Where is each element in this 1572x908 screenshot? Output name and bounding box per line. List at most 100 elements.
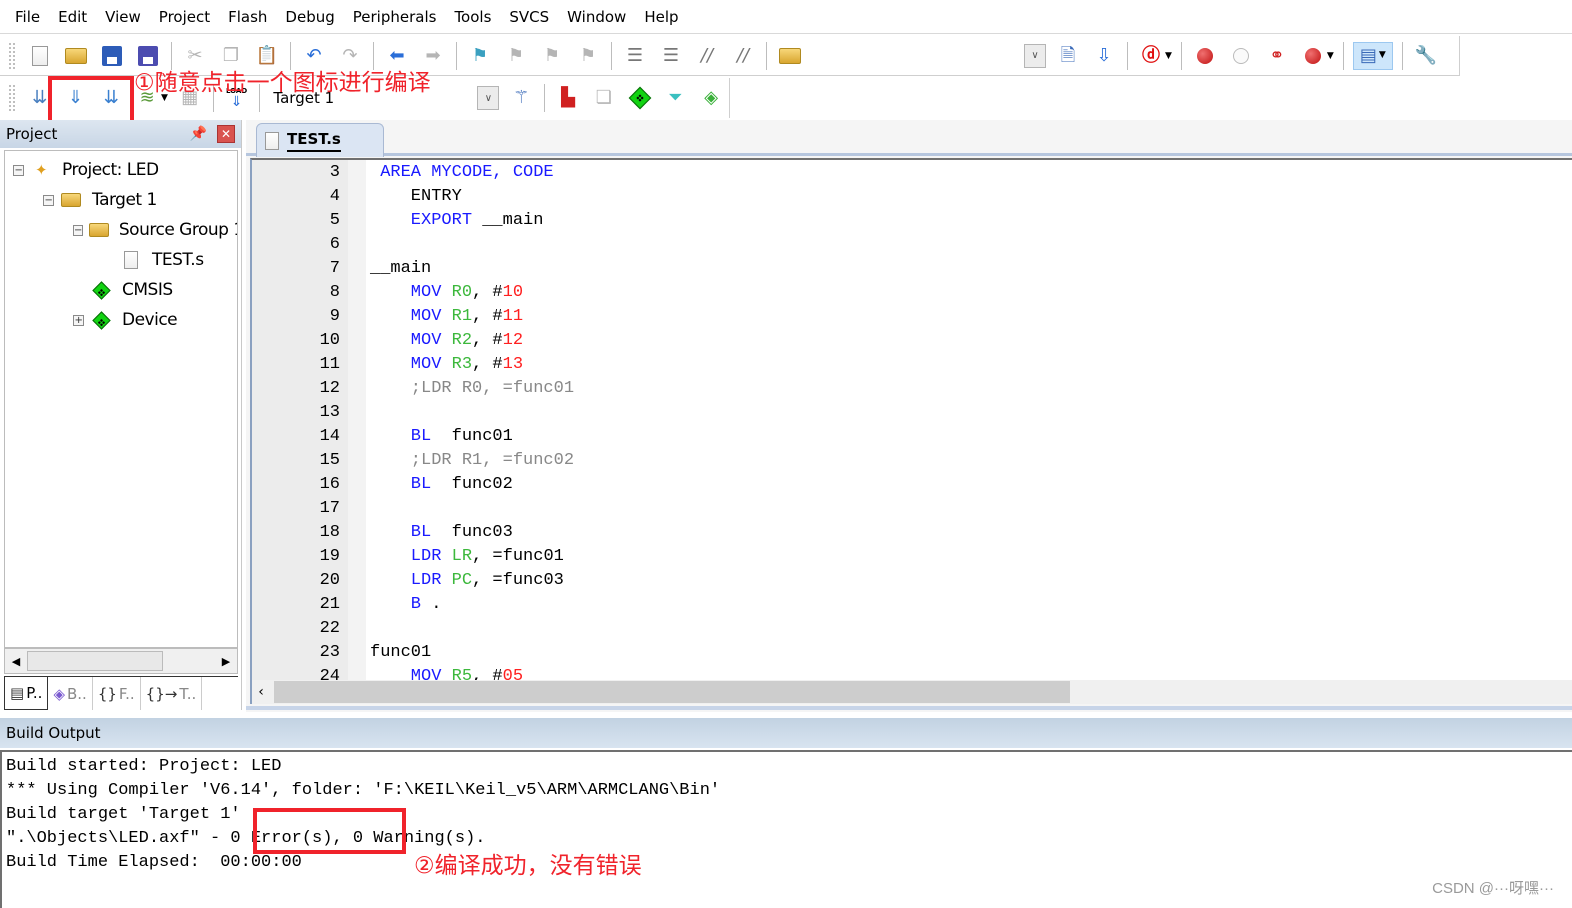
- unindent-button[interactable]: ☰: [657, 42, 685, 70]
- menu-tools[interactable]: Tools: [445, 8, 500, 26]
- panel-tab[interactable]: ◈ B..: [48, 677, 93, 710]
- menu-window[interactable]: Window: [558, 8, 635, 26]
- menu-edit[interactable]: Edit: [49, 8, 96, 26]
- build-button[interactable]: ⇓: [62, 84, 90, 112]
- manage-rte-button[interactable]: [626, 84, 654, 112]
- find-in-files-button[interactable]: [776, 42, 804, 70]
- dropdown-arrow-icon[interactable]: ▼: [1327, 51, 1334, 61]
- code-text: B .: [344, 594, 442, 614]
- tree-item[interactable]: − Source Group 1: [5, 215, 237, 245]
- debug-session-button[interactable]: ⓓ: [1137, 42, 1165, 70]
- tree-item[interactable]: TEST.s: [5, 245, 237, 275]
- target-options-button[interactable]: ⚚: [507, 84, 535, 112]
- save-button[interactable]: [98, 42, 126, 70]
- scrollbar-thumb[interactable]: [274, 681, 1070, 703]
- code-line: 19 LDR LR, =func01: [252, 544, 1572, 568]
- panel-tab[interactable]: {}→ T..: [141, 677, 203, 710]
- configure-button[interactable]: 🔧: [1412, 42, 1440, 70]
- code-line: 3 AREA MYCODE, CODE: [252, 160, 1572, 184]
- code-token: .: [431, 594, 442, 614]
- code-token: R0: [451, 282, 473, 302]
- tree-item[interactable]: − Target 1: [5, 185, 237, 215]
- prev-bookmark-button[interactable]: ⚑: [502, 42, 530, 70]
- code-token: , #: [472, 282, 503, 302]
- editor-tab-test-s[interactable]: TEST.s: [256, 123, 384, 157]
- menu-debug[interactable]: Debug: [276, 8, 343, 26]
- code-area[interactable]: 3 AREA MYCODE, CODE 4 ENTRY 5 EXPORT __mai…: [250, 158, 1572, 680]
- menu-view[interactable]: View: [96, 8, 150, 26]
- window-layout-button[interactable]: ▤ ▼: [1352, 41, 1393, 70]
- separator: [1342, 41, 1344, 70]
- pack-installer-button[interactable]: ◈: [697, 84, 725, 112]
- find-button[interactable]: ⇩: [1090, 42, 1118, 70]
- comment-button[interactable]: //: [693, 42, 721, 70]
- collapse-icon[interactable]: −: [13, 164, 24, 176]
- code-token: , =func03: [472, 570, 564, 590]
- target-select-dropdown[interactable]: ∨: [477, 86, 500, 110]
- rebuild-button[interactable]: ⇊: [97, 84, 125, 112]
- line-number: 23: [319, 642, 340, 662]
- select-packs-button[interactable]: ❏: [590, 84, 618, 112]
- panel-tab-label: B..: [66, 684, 87, 703]
- separator: [1127, 41, 1128, 70]
- uncomment-button[interactable]: //: [729, 42, 757, 70]
- collapse-icon[interactable]: −: [43, 194, 54, 206]
- build-output-text[interactable]: Build started: Project: LED *** Using Com…: [0, 750, 1572, 908]
- menu-flash[interactable]: Flash: [219, 8, 276, 26]
- project-tree: − ✦ Project: LED − Target 1− Source Group 1 TE…: [4, 150, 238, 648]
- scroll-left-icon[interactable]: ◀: [5, 650, 27, 672]
- books-tab-icon: ◈: [53, 684, 65, 703]
- indent-button[interactable]: ☰: [621, 42, 649, 70]
- disable-all-breakpoints-icon: ⚭: [1269, 44, 1285, 66]
- kill-all-breakpoints-button[interactable]: [1299, 42, 1327, 70]
- scrollbar-thumb[interactable]: [27, 651, 163, 671]
- editor-horizontal-scrollbar[interactable]: ‹: [250, 680, 1572, 704]
- code-token: MOV: [370, 354, 452, 374]
- tree-item[interactable]: + Device: [5, 305, 237, 335]
- debug-session-icon: ⓓ: [1142, 44, 1160, 66]
- disable-breakpoint-button[interactable]: [1227, 42, 1255, 70]
- project-horizontal-scrollbar[interactable]: ◀ ▶: [4, 648, 238, 674]
- open-file-button[interactable]: [62, 42, 90, 70]
- close-icon[interactable]: ✕: [217, 125, 235, 143]
- tree-item[interactable]: − ✦ Project: LED: [5, 155, 237, 185]
- code-token: MOV: [370, 666, 452, 681]
- menu-peripherals[interactable]: Peripherals: [344, 8, 446, 26]
- menu-svcs[interactable]: SVCS: [500, 8, 558, 26]
- disable-all-breakpoints-button[interactable]: ⚭: [1263, 42, 1291, 70]
- menu-file[interactable]: File: [6, 8, 49, 26]
- collapse-icon[interactable]: −: [73, 224, 83, 236]
- translate-icon: ⇊: [32, 87, 48, 108]
- panel-tab[interactable]: ▤ P..: [4, 677, 49, 710]
- code-token: EXPORT: [370, 210, 483, 230]
- expand-icon[interactable]: +: [73, 314, 84, 326]
- separator: [1401, 41, 1403, 70]
- menu-project[interactable]: Project: [150, 8, 219, 26]
- pin-icon[interactable]: 📌: [190, 126, 207, 142]
- translate-button[interactable]: ⇊: [26, 84, 54, 112]
- code-token: B: [370, 594, 432, 614]
- menu-help[interactable]: Help: [635, 8, 687, 26]
- project-icon: ✦: [34, 161, 48, 179]
- panel-tab[interactable]: {} F..: [93, 677, 141, 710]
- new-file-button[interactable]: [26, 42, 54, 70]
- line-number: 4: [329, 186, 340, 206]
- filter-button[interactable]: ⏷: [662, 84, 690, 112]
- breakpoint-button[interactable]: [1191, 42, 1219, 70]
- project-tab-icon: ▤: [10, 684, 25, 702]
- next-bookmark-button[interactable]: ⚑: [538, 42, 566, 70]
- code-text: MOV R5, #05: [344, 667, 523, 681]
- manage-project-items-button[interactable]: ▙: [554, 84, 582, 112]
- line-number: 13: [319, 402, 340, 422]
- scroll-left-icon[interactable]: ‹: [252, 684, 270, 700]
- toolbar-grip[interactable]: [8, 84, 16, 112]
- clear-bookmarks-button[interactable]: ⚑: [574, 42, 602, 70]
- tree-item[interactable]: CMSIS: [5, 275, 237, 305]
- dropdown-arrow-icon[interactable]: ▼: [1165, 51, 1172, 61]
- find-combo-dropdown[interactable]: ∨: [1024, 43, 1046, 68]
- incremental-find-button[interactable]: 🗎: [1054, 42, 1082, 70]
- scroll-right-icon[interactable]: ▶: [215, 650, 237, 672]
- code-line: 17: [252, 496, 1572, 520]
- bookmark-button[interactable]: ⚑: [466, 42, 494, 70]
- toolbar-grip[interactable]: [8, 41, 16, 70]
